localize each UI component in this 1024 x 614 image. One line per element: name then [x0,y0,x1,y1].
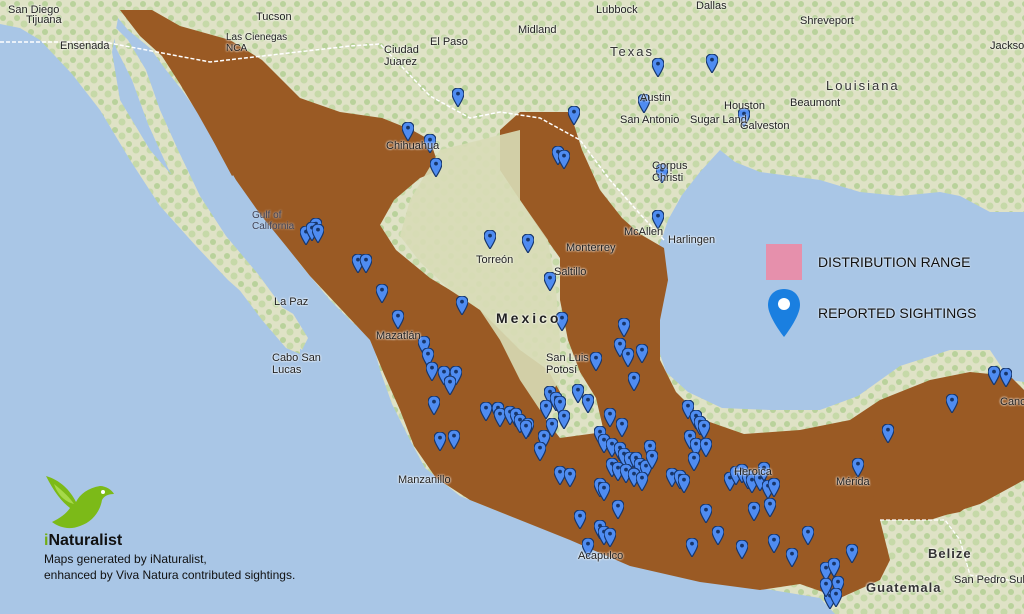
label-chihuahua: Chihuahua [386,140,440,152]
label-jackson: Jackson [990,40,1024,52]
label-mazatlan: Mazatlán [376,330,421,342]
credit-line-1: Maps generated by iNaturalist, [44,552,207,566]
label-heroica: Heroica [734,466,772,478]
label-tucson: Tucson [256,11,292,23]
inaturalist-credit: iNaturalist Maps generated by iNaturalis… [40,472,370,602]
label-beaumont: Beaumont [790,97,841,109]
inaturalist-brand: iNaturalist [44,532,123,549]
label-mexico: Mexico [496,310,562,326]
label-louisiana: Louisiana [826,78,900,93]
label-cancun: Cancún [1000,396,1024,408]
distribution-swatch [766,244,802,280]
label-corpus-christi: Corpus Christi [652,160,688,184]
label-houston: Houston [724,100,765,112]
label-lubbock: Lubbock [596,4,638,16]
label-texas: Texas [610,44,654,59]
label-austin: Austin [640,92,671,104]
label-san-luis-potosi: San Luis Potosí [546,352,589,376]
label-guatemala: Guatemala [866,580,942,595]
label-monterrey: Monterrey [566,242,616,254]
label-cabo-san-lucas: Cabo San Lucas [272,352,321,376]
label-acapulco: Acapulco [578,550,624,562]
label-dallas: Dallas [696,0,727,12]
legend-sightings-label: REPORTED SIGHTINGS [818,305,977,321]
map-pin-icon [768,289,800,337]
label-manzanillo: Manzanillo [398,474,451,486]
label-ciudad-juarez: Ciudad Juarez [384,44,419,68]
label-torreon: Torreón [476,254,514,266]
label-sugar-land: Sugar Land [690,114,747,126]
label-merida: Mérida [836,476,870,488]
label-harlingen: Harlingen [668,234,716,246]
label-el-paso: El Paso [430,36,468,48]
map-legend: DISTRIBUTION RANGE REPORTED SIGHTINGS [766,244,1016,344]
legend-distribution-row: DISTRIBUTION RANGE [766,244,970,280]
inaturalist-bird-logo [46,476,114,529]
label-las-cienegas: Las Cienegas NCA [226,32,288,54]
legend-distribution-label: DISTRIBUTION RANGE [818,254,971,270]
credit-line-2: enhanced by Viva Natura contributed sigh… [44,568,296,582]
label-belize: Belize [928,546,972,561]
label-san-antonio: San Antonio [620,114,680,126]
label-midland: Midland [518,24,557,36]
label-mcallen: McAllen [624,226,664,238]
legend-sightings-row: REPORTED SIGHTINGS [766,288,976,338]
label-saltillo: Saltillo [554,266,587,278]
label-tijuana: Tijuana [26,14,62,26]
label-gulf-of-california: Gulf of California [252,210,295,232]
label-san-pedro-sula: San Pedro Sula [954,574,1024,586]
label-galveston: Galveston [740,120,790,132]
label-ensenada: Ensenada [60,40,110,52]
label-shreveport: Shreveport [800,15,854,27]
label-la-paz: La Paz [274,296,309,308]
